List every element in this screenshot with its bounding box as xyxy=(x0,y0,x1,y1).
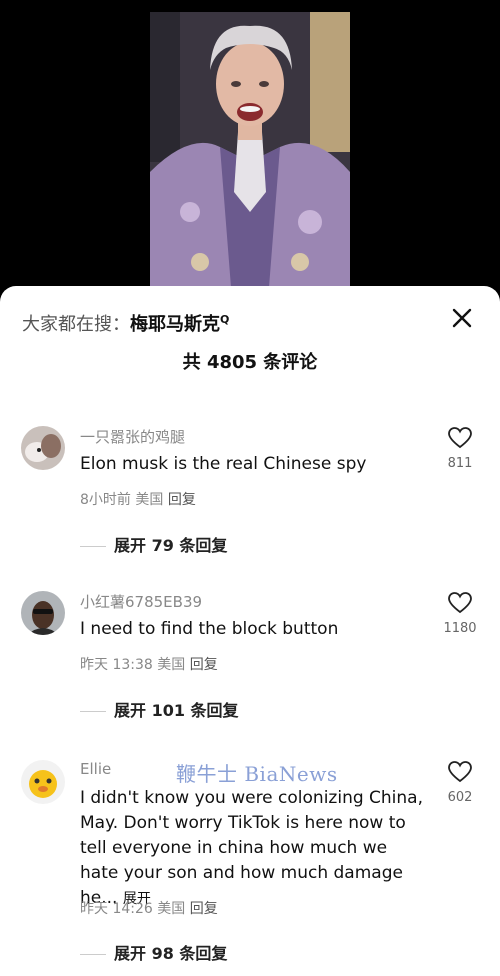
comment-location: 美国 xyxy=(157,901,186,917)
heart-outline-icon xyxy=(448,761,472,783)
expand-replies-label: 展开 79 条回复 xyxy=(114,536,228,555)
watermark: 鞭牛士 BiaNews xyxy=(176,762,338,786)
video-thumbnail-image xyxy=(150,12,350,300)
avatar[interactable] xyxy=(21,426,65,470)
comment-count: 共 4805 条评论 xyxy=(182,352,318,373)
search-term[interactable]: 梅耶马斯克 xyxy=(130,314,220,335)
reply-button[interactable]: 回复 xyxy=(190,657,218,673)
comment-meta: 昨天 13:38 美国 回复 xyxy=(80,654,218,674)
reply-button[interactable]: 回复 xyxy=(190,901,218,917)
comment-text-body: I didn't know you were colonizing China,… xyxy=(80,788,423,908)
comment-location: 美国 xyxy=(135,492,164,508)
search-prefix: 大家都在搜： xyxy=(22,314,130,335)
like-count: 1180 xyxy=(443,621,477,636)
comment-username[interactable]: 一只嚣张的鸡腿 xyxy=(80,426,185,447)
like-button[interactable]: 811 xyxy=(442,426,478,471)
like-count: 811 xyxy=(447,456,473,471)
expand-replies-label: 展开 101 条回复 xyxy=(114,701,239,720)
comments-panel: 大家都在搜：梅耶马斯克Q 共 4805 条评论 一只嚣张的鸡腿 Elon mus… xyxy=(0,286,500,976)
search-suggestion[interactable]: 大家都在搜：梅耶马斯克Q xyxy=(22,310,229,336)
divider xyxy=(80,954,106,955)
like-button[interactable]: 602 xyxy=(442,760,478,805)
expand-replies-button[interactable]: 展开 101 条回复 xyxy=(80,697,239,721)
video-player[interactable] xyxy=(0,0,500,300)
comment-location: 美国 xyxy=(157,657,186,673)
comment-time: 8小时前 xyxy=(80,492,131,508)
comment-username[interactable]: 小红薯6785EB39 xyxy=(80,591,202,612)
comment-text: I didn't know you were colonizing China,… xyxy=(80,786,425,912)
divider xyxy=(80,711,106,712)
like-count: 602 xyxy=(447,790,473,805)
comment-text: I need to find the block button xyxy=(80,619,339,639)
close-icon[interactable] xyxy=(448,304,476,332)
heart-outline-icon xyxy=(448,427,472,449)
comment-time: 昨天 13:38 xyxy=(80,657,153,673)
divider xyxy=(80,546,106,547)
video-frame xyxy=(150,12,350,300)
comment-username[interactable]: Ellie xyxy=(80,760,111,778)
search-icon: Q xyxy=(220,313,230,326)
avatar[interactable] xyxy=(21,591,65,635)
expand-replies-button[interactable]: 展开 79 条回复 xyxy=(80,532,227,556)
expand-replies-button[interactable]: 展开 98 条回复 xyxy=(80,940,227,964)
like-button[interactable]: 1180 xyxy=(442,591,478,636)
reply-button[interactable]: 回复 xyxy=(168,492,196,508)
comment-time: 昨天 14:26 xyxy=(80,901,153,917)
expand-replies-label: 展开 98 条回复 xyxy=(114,944,228,963)
avatar[interactable] xyxy=(21,760,65,804)
comment-meta: 8小时前 美国 回复 xyxy=(80,489,196,509)
heart-outline-icon xyxy=(448,592,472,614)
comment-text: Elon musk is the real Chinese spy xyxy=(80,454,367,474)
comment-meta: 昨天 14:26 美国 回复 xyxy=(80,898,218,918)
